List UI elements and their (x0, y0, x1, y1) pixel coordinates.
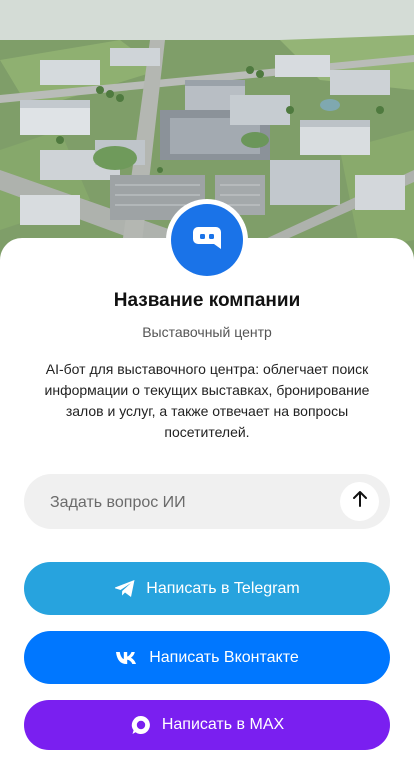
company-name: Название компании (113, 290, 301, 311)
vk-button-label: Написать Вконтакте (149, 648, 299, 666)
send-button[interactable] (340, 482, 379, 521)
telegram-icon (114, 579, 136, 598)
vk-icon (115, 651, 139, 665)
company-avatar (166, 199, 248, 281)
vk-button[interactable]: Написать Вконтакте (24, 631, 390, 684)
arrow-up-icon (352, 490, 368, 513)
max-button[interactable]: Написать в MAX (24, 700, 390, 750)
ask-ai-input[interactable] (48, 474, 352, 531)
telegram-button[interactable]: Написать в Telegram (24, 562, 390, 615)
chat-bot-icon (192, 226, 222, 255)
company-type: Выставочный центр (142, 324, 272, 340)
ask-ai-box[interactable] (24, 474, 390, 531)
max-button-label: Написать в MAX (161, 716, 285, 733)
company-description: AI-бот для выставочного центра: облегчае… (44, 361, 370, 440)
max-icon (130, 714, 152, 736)
avatar-circle (171, 204, 243, 276)
telegram-button-label: Написать в Telegram (146, 579, 300, 597)
